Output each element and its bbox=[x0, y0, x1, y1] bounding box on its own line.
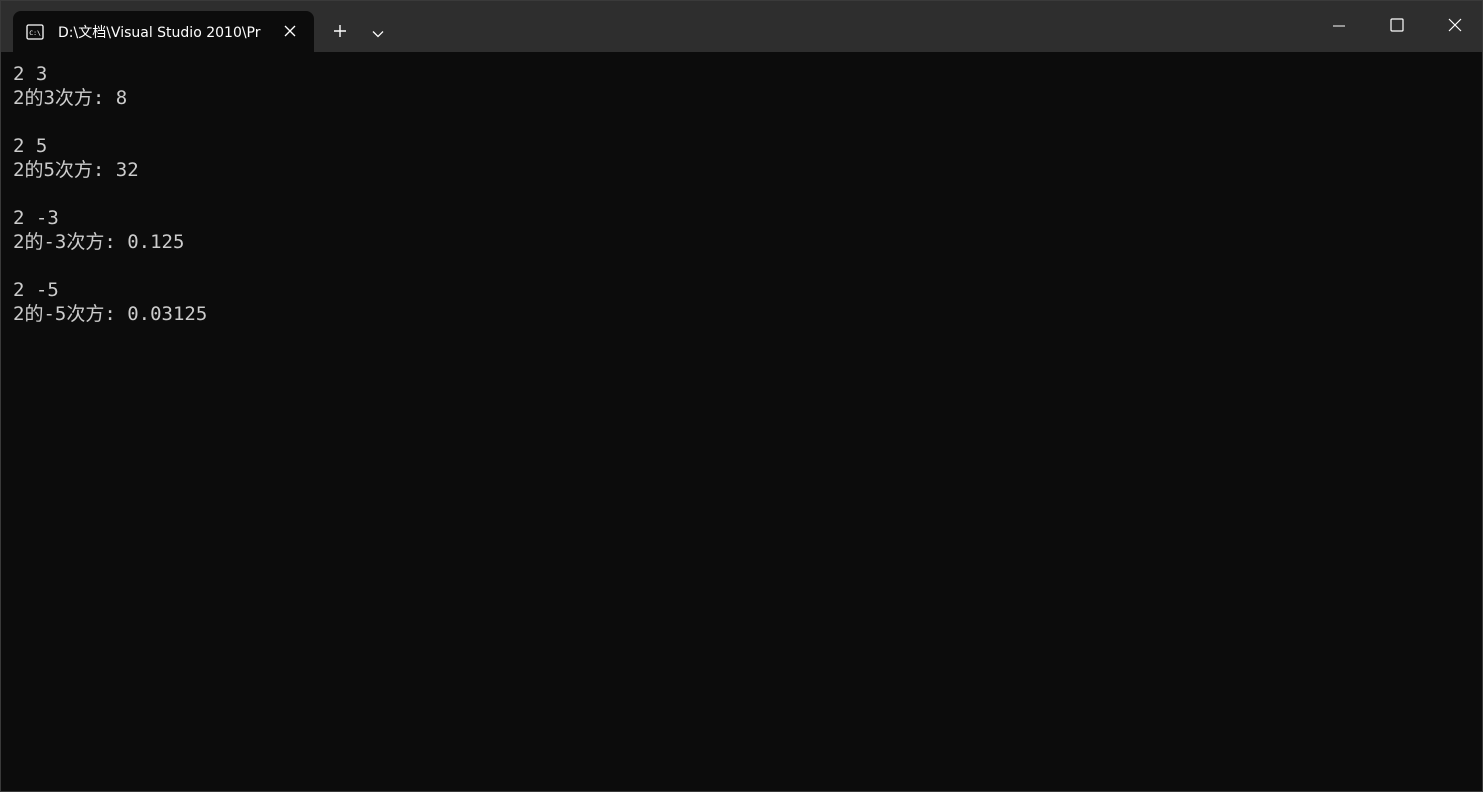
console-line: 2 -5 bbox=[13, 279, 59, 301]
maximize-icon bbox=[1390, 17, 1404, 36]
maximize-button[interactable] bbox=[1368, 1, 1426, 51]
plus-icon bbox=[333, 23, 347, 42]
minimize-icon bbox=[1333, 17, 1345, 36]
tab-close-icon[interactable] bbox=[282, 23, 298, 39]
console-line: 2的-3次方: 0.125 bbox=[13, 231, 185, 253]
close-window-button[interactable] bbox=[1426, 1, 1483, 51]
console-line: 2的3次方: 8 bbox=[13, 87, 128, 109]
close-icon bbox=[1448, 17, 1462, 36]
console-line: 2 3 bbox=[13, 63, 48, 85]
console-icon: C:\ bbox=[26, 23, 44, 40]
new-tab-button[interactable] bbox=[323, 17, 357, 47]
console-line: 2的-5次方: 0.03125 bbox=[13, 303, 208, 325]
terminal-window: C:\ D:\文档\Visual Studio 2010\Pr 2 3 2的3次… bbox=[0, 0, 1483, 792]
tab-title: D:\文档\Visual Studio 2010\Pr bbox=[58, 24, 261, 41]
svg-text:C:\: C:\ bbox=[29, 29, 41, 37]
tab-dropdown-button[interactable] bbox=[363, 17, 393, 47]
console-line: 2 -3 bbox=[13, 207, 59, 229]
tab-active[interactable]: C:\ D:\文档\Visual Studio 2010\Pr bbox=[13, 11, 314, 52]
console-line: 2的5次方: 32 bbox=[13, 159, 139, 181]
title-bar[interactable]: C:\ D:\文档\Visual Studio 2010\Pr bbox=[1, 1, 1482, 52]
console-output[interactable]: 2 3 2的3次方: 8 2 5 2的5次方: 32 2 -3 2的-3次方: … bbox=[1, 52, 1482, 791]
console-line: 2 5 bbox=[13, 135, 48, 157]
minimize-button[interactable] bbox=[1310, 1, 1368, 51]
chevron-down-icon bbox=[372, 23, 384, 42]
